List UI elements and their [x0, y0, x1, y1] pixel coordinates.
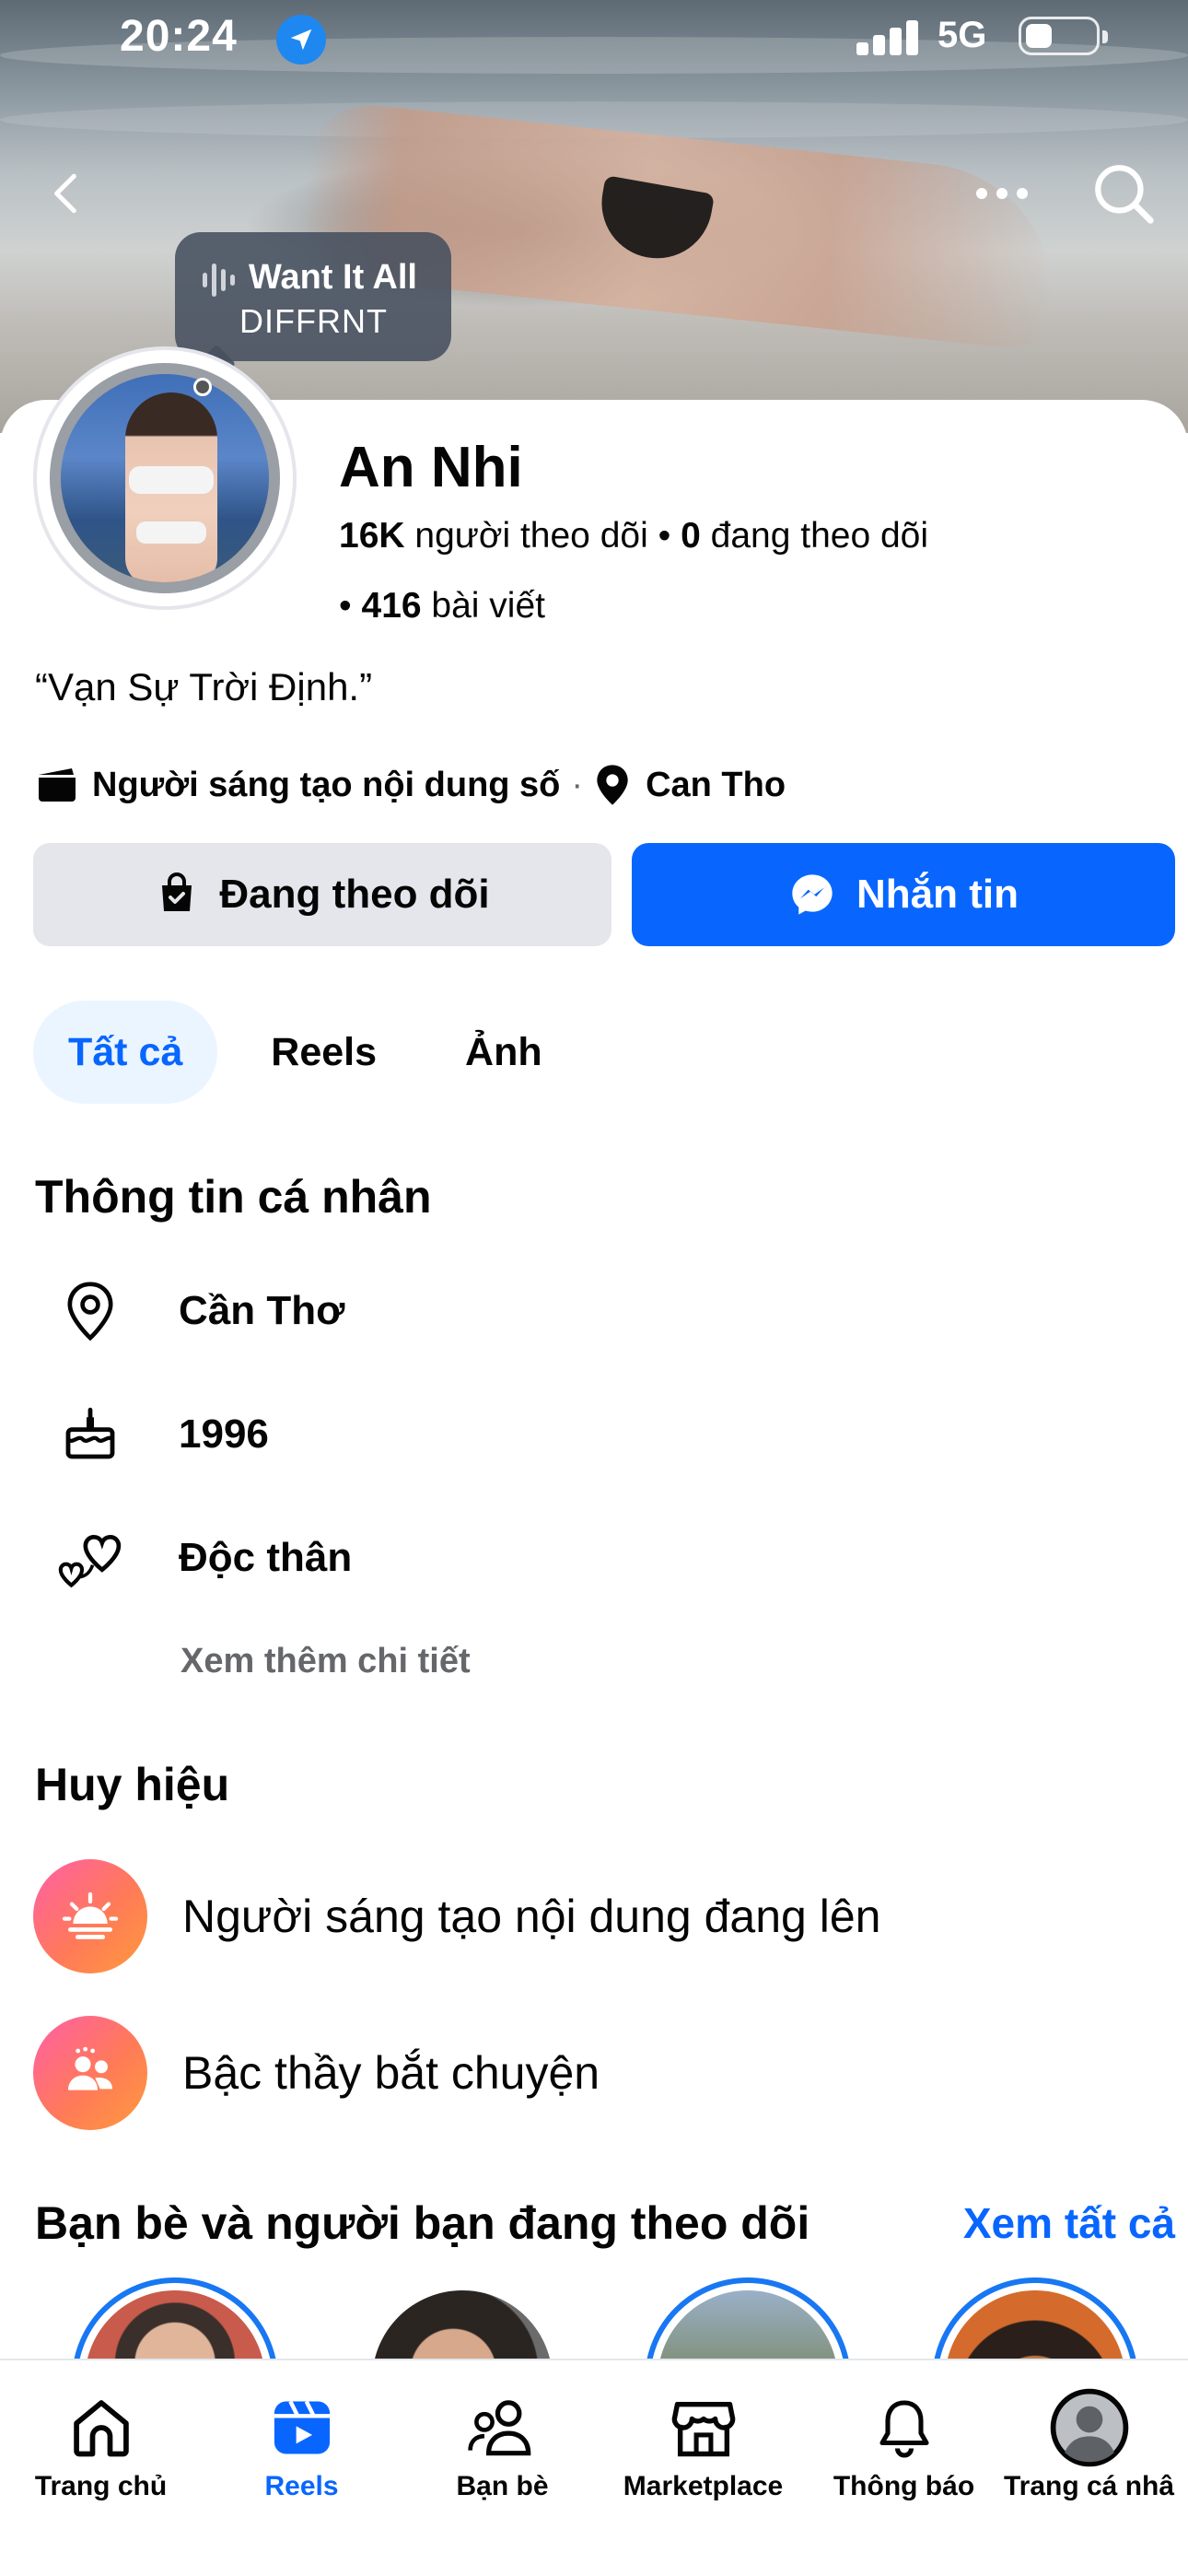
nav-home[interactable]: Trang chủ	[2, 2360, 200, 2576]
message-button-label: Nhắn tin	[856, 872, 1019, 917]
following-button[interactable]: Đang theo dõi	[33, 843, 611, 946]
personal-info-title: Thông tin cá nhân	[35, 1171, 432, 1223]
reels-icon	[261, 2386, 344, 2469]
search-button[interactable]	[1087, 157, 1160, 230]
clapperboard-icon	[39, 768, 76, 802]
profile-bio: “Vạn Sự Trời Định.”	[35, 665, 373, 708]
avatar-status-dot	[193, 378, 212, 396]
bell-icon	[863, 2386, 946, 2469]
tab-photos[interactable]: Ảnh	[430, 1001, 577, 1104]
info-birth-year: 1996	[179, 1411, 269, 1457]
messenger-icon	[792, 874, 833, 915]
following-button-label: Đang theo dõi	[219, 872, 490, 917]
followers-count[interactable]: 16K	[339, 516, 405, 556]
nav-friends-label: Bạn bè	[456, 2471, 549, 2501]
status-time: 20:24	[120, 12, 238, 61]
badge-rising-creator[interactable]: Người sáng tạo nội dung đang lên	[33, 1859, 880, 1973]
location-pin-icon	[35, 1270, 146, 1352]
following-label[interactable]: đang theo dõi	[711, 516, 928, 556]
location-arrow-icon	[276, 15, 326, 64]
info-row-birthday: 1996	[35, 1393, 269, 1476]
info-location: Cần Thơ	[179, 1288, 345, 1333]
search-icon	[1095, 165, 1154, 224]
profile-category: Người sáng tạo nội dung số	[92, 765, 561, 804]
relationship-hearts-icon	[35, 1516, 146, 1599]
battery-icon	[1019, 17, 1108, 55]
rising-sun-icon	[33, 1859, 147, 1973]
bottom-tab-bar: Trang chủ Reels Bạn bè Marketplace Thông…	[0, 2359, 1188, 2576]
friends-section-title: Bạn bè và người bạn đang theo dõi	[35, 2197, 810, 2249]
following-check-icon	[162, 872, 192, 911]
profile-icon	[1048, 2386, 1131, 2469]
profile-music-bubble[interactable]: Want It All DIFFRNT	[175, 232, 451, 384]
info-row-relationship: Độc thân	[35, 1516, 352, 1599]
tab-reels[interactable]: Reels	[236, 1001, 412, 1104]
more-dots-icon	[976, 188, 1028, 199]
home-icon	[60, 2386, 143, 2469]
status-bar: 20:24 5G	[0, 0, 1188, 83]
network-type: 5G	[938, 15, 987, 55]
audio-wave-icon	[203, 263, 235, 297]
nav-reels[interactable]: Reels	[203, 2360, 401, 2576]
nav-profile-label: Trang cá nhâ	[1003, 2471, 1175, 2501]
badges-title: Huy hiệu	[35, 1759, 230, 1810]
following-count[interactable]: 0	[681, 516, 701, 556]
marketplace-icon	[662, 2386, 745, 2469]
nav-friends[interactable]: Bạn bè	[403, 2360, 601, 2576]
location-pin-icon	[597, 765, 628, 805]
nav-marketplace-label: Marketplace	[623, 2471, 784, 2501]
friends-icon	[461, 2386, 544, 2469]
content-tabs: Tất cả Reels Ảnh	[33, 1001, 596, 1104]
message-button[interactable]: Nhắn tin	[632, 843, 1175, 946]
avatar[interactable]	[33, 346, 297, 610]
nav-reels-label: Reels	[264, 2471, 339, 2501]
profile-posts: • 416 bài viết	[339, 586, 545, 626]
badge-conversation-starter-label: Bậc thầy bắt chuyện	[182, 2047, 600, 2099]
badge-rising-creator-label: Người sáng tạo nội dung đang lên	[182, 1891, 881, 1942]
music-artist: DIFFRNT	[239, 302, 388, 340]
profile-name: An Nhi	[339, 436, 523, 499]
see-more-details-link[interactable]: Xem thêm chi tiết	[181, 1642, 471, 1681]
music-title: Want It All	[249, 258, 417, 297]
birthday-cake-icon	[35, 1393, 146, 1476]
people-group-icon	[33, 2016, 147, 2130]
nav-profile[interactable]: Trang cá nhâ	[990, 2360, 1188, 2576]
back-button[interactable]	[29, 157, 103, 230]
badge-conversation-starter[interactable]: Bậc thầy bắt chuyện	[33, 2016, 600, 2130]
info-row-location: Cần Thơ	[35, 1270, 344, 1352]
see-all-friends-link[interactable]: Xem tất cả	[963, 2198, 1175, 2248]
posts-label: bài viết	[431, 586, 545, 626]
followers-label[interactable]: người theo dõi	[414, 516, 647, 556]
chevron-left-icon	[54, 173, 76, 214]
profile-location: Can Tho	[646, 765, 786, 804]
posts-count: 416	[361, 586, 422, 626]
nav-notifications-label: Thông báo	[833, 2471, 975, 2501]
more-options-button[interactable]	[965, 157, 1039, 230]
nav-marketplace[interactable]: Marketplace	[604, 2360, 802, 2576]
info-relationship: Độc thân	[179, 1535, 353, 1580]
profile-meta: Người sáng tạo nội dung số · Can Tho	[35, 759, 786, 811]
tab-all[interactable]: Tất cả	[33, 1001, 218, 1104]
nav-notifications[interactable]: Thông báo	[805, 2360, 1003, 2576]
nav-home-label: Trang chủ	[34, 2471, 168, 2501]
signal-icon	[856, 18, 921, 55]
profile-stats: 16K người theo dõi • 0 đang theo dõi	[339, 516, 929, 556]
